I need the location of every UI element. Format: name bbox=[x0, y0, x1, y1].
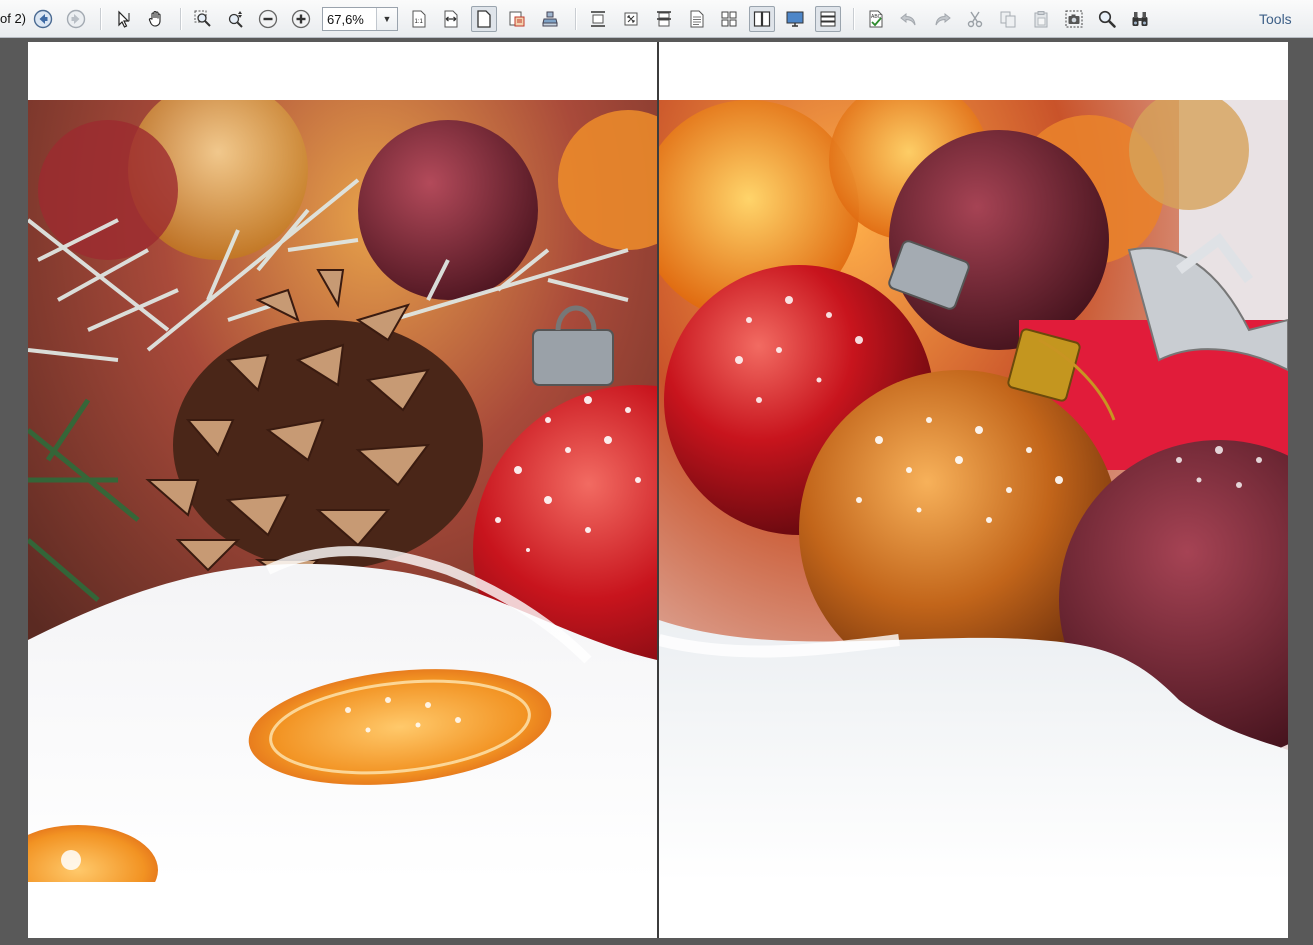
svg-text:1:1: 1:1 bbox=[415, 19, 424, 25]
zoom-out-button[interactable] bbox=[255, 6, 281, 32]
single-page-button[interactable] bbox=[585, 6, 611, 32]
zoom-out-icon bbox=[258, 9, 278, 29]
page-button[interactable] bbox=[684, 6, 710, 32]
search-button[interactable] bbox=[1094, 6, 1120, 32]
two-page-button[interactable] bbox=[749, 6, 775, 32]
cut-button[interactable] bbox=[962, 6, 988, 32]
tools-pane-button[interactable]: Tools bbox=[1259, 11, 1292, 27]
undo-button[interactable] bbox=[896, 6, 922, 32]
scroll-mode-icon bbox=[820, 11, 836, 27]
stamp-button[interactable] bbox=[537, 6, 563, 32]
hand-tool-icon bbox=[148, 10, 161, 27]
fit-width-icon bbox=[444, 10, 458, 28]
select-tool-button[interactable] bbox=[111, 6, 137, 32]
marquee-zoom-button[interactable] bbox=[190, 6, 216, 32]
actual-size-icon: 1:1 bbox=[412, 10, 426, 28]
find-button[interactable] bbox=[1127, 6, 1153, 32]
redo-icon bbox=[935, 12, 951, 26]
fit-page-icon bbox=[477, 10, 491, 28]
copy-icon bbox=[1000, 11, 1016, 28]
zoom-in-button[interactable] bbox=[288, 6, 314, 32]
redo-button[interactable] bbox=[929, 6, 955, 32]
dynamic-zoom-icon bbox=[228, 11, 243, 28]
search-icon bbox=[1098, 10, 1116, 28]
zoom-select[interactable]: ▼ bbox=[322, 7, 398, 31]
page-right bbox=[659, 42, 1288, 938]
facing-icon bbox=[657, 11, 671, 27]
select-tool-icon bbox=[118, 10, 130, 28]
scroll-mode-button[interactable] bbox=[815, 6, 841, 32]
facing-button[interactable] bbox=[651, 6, 677, 32]
stamp-icon bbox=[542, 11, 558, 27]
page-left bbox=[28, 42, 657, 938]
zoom-dropdown-button[interactable]: ▼ bbox=[376, 8, 397, 30]
page-count-label: of 2) bbox=[0, 11, 27, 26]
fit-width-button[interactable] bbox=[438, 6, 464, 32]
paste-button[interactable] bbox=[1028, 6, 1054, 32]
rotate-icon bbox=[509, 11, 525, 27]
paste-icon bbox=[1034, 11, 1048, 28]
cut-icon bbox=[967, 11, 983, 28]
dynamic-zoom-button[interactable] bbox=[223, 6, 249, 32]
grid-button[interactable] bbox=[716, 6, 742, 32]
rotate-button[interactable] bbox=[504, 6, 530, 32]
next-page-icon bbox=[66, 9, 86, 29]
copy-button[interactable] bbox=[995, 6, 1021, 32]
hand-tool-button[interactable] bbox=[143, 6, 169, 32]
two-page-icon bbox=[753, 11, 771, 27]
christmas-photo-left bbox=[28, 100, 657, 882]
chevron-down-icon: ▼ bbox=[382, 14, 392, 24]
previous-page-icon bbox=[33, 9, 53, 29]
fullscreen-icon bbox=[786, 11, 804, 27]
undo-icon bbox=[900, 12, 916, 26]
spellcheck-button[interactable]: ABC bbox=[863, 6, 889, 32]
christmas-photo-right bbox=[659, 100, 1288, 882]
fullscreen-button[interactable] bbox=[782, 6, 808, 32]
zoom-in-icon bbox=[291, 9, 311, 29]
next-page-button[interactable] bbox=[63, 6, 89, 32]
main-toolbar: of 2) ▼ 1:1 bbox=[0, 0, 1313, 38]
actual-size-button[interactable]: 1:1 bbox=[406, 6, 432, 32]
page-icon bbox=[690, 10, 704, 28]
previous-page-button[interactable] bbox=[30, 6, 56, 32]
find-binoculars-icon bbox=[1132, 12, 1148, 26]
snapshot-button[interactable] bbox=[1061, 6, 1087, 32]
document-viewport[interactable] bbox=[0, 38, 1313, 945]
zoom-input[interactable] bbox=[323, 8, 379, 30]
continuous-icon bbox=[624, 12, 638, 26]
grid-icon bbox=[721, 11, 737, 27]
marquee-zoom-icon bbox=[194, 10, 211, 27]
spellcheck-icon: ABC bbox=[869, 10, 883, 28]
fit-page-button[interactable] bbox=[471, 6, 497, 32]
continuous-button[interactable] bbox=[618, 6, 644, 32]
snapshot-icon bbox=[1065, 10, 1083, 28]
single-page-icon bbox=[591, 11, 605, 27]
